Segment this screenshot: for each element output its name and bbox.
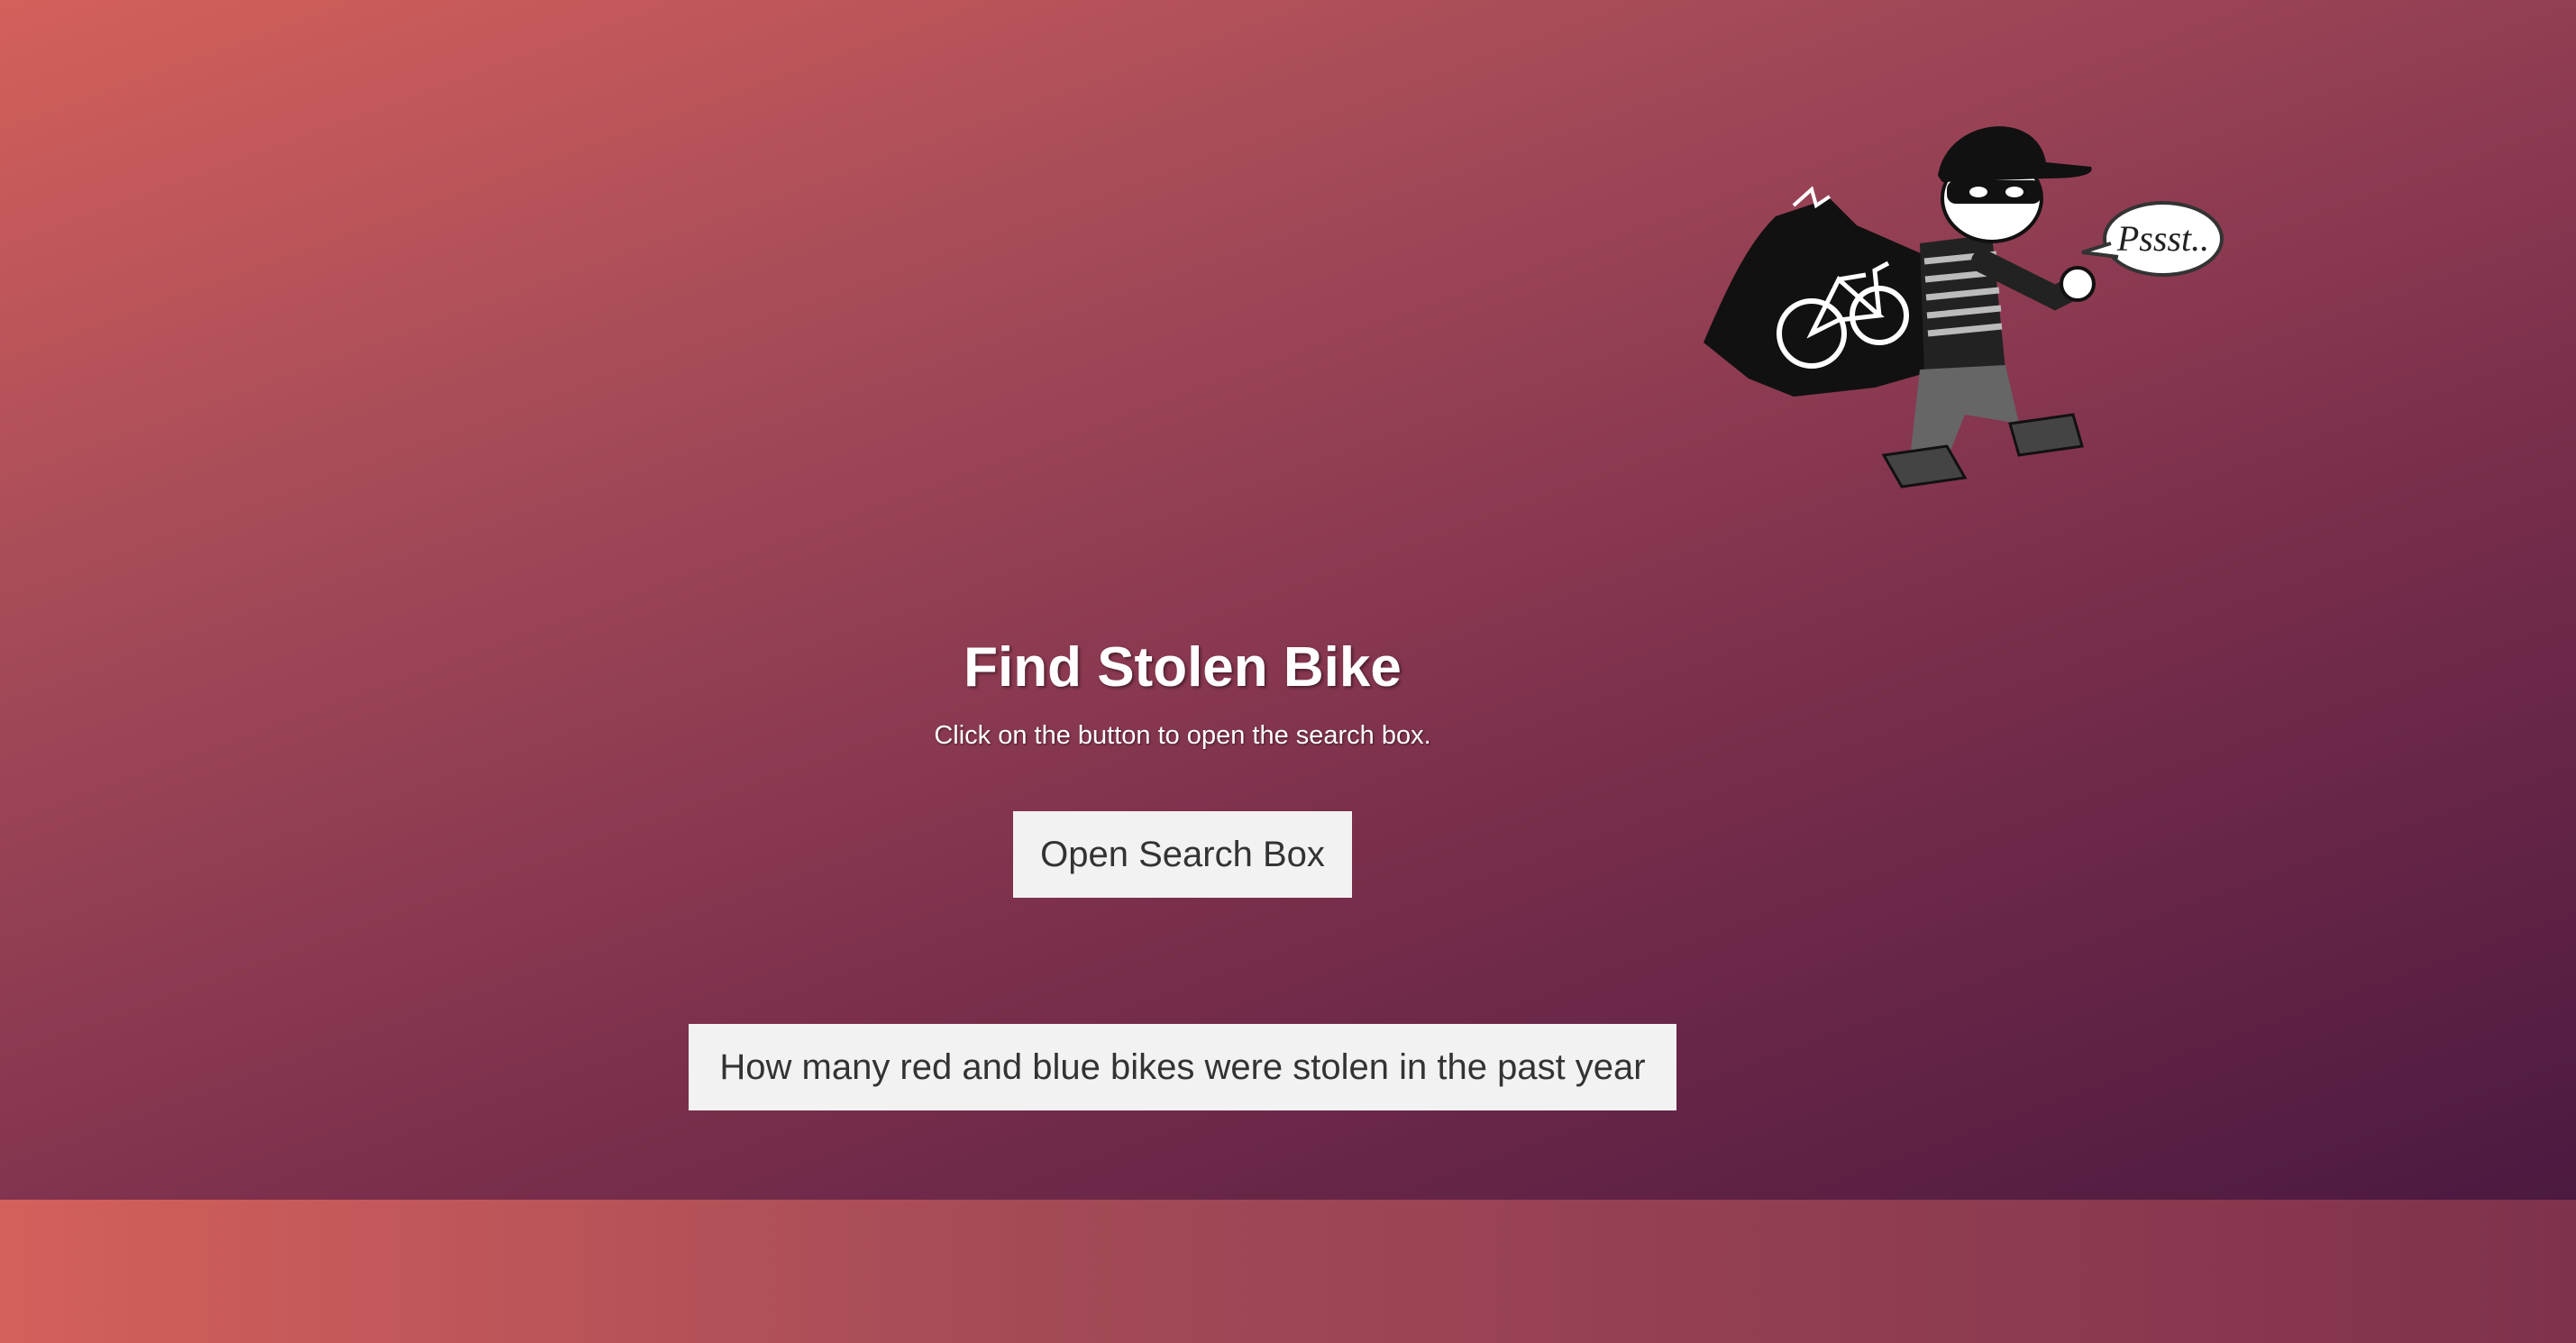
speech-bubble-text: Pssst.. [2116,218,2209,259]
bike-thief-illustration: Pssst.. [1704,126,2224,489]
page-title: Find Stolen Bike [964,636,1402,699]
hero-section: Pssst.. Find Stolen Bike Click on the bu… [0,0,2576,1200]
page: Pssst.. Find Stolen Bike Click on the bu… [0,0,2576,1343]
footer-band [0,1200,2576,1343]
page-subtitle: Click on the button to open the search b… [934,721,1431,750]
open-search-box-button[interactable]: Open Search Box [1013,811,1352,898]
stolen-bikes-query-button[interactable]: How many red and blue bikes were stolen … [689,1024,1676,1110]
